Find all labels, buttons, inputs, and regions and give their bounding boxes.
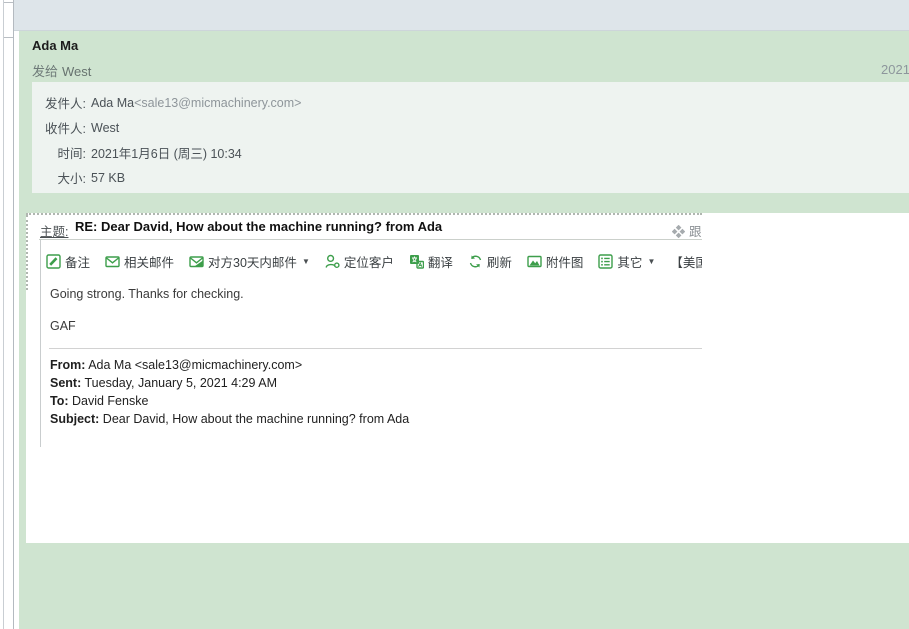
usa-send-button[interactable]: 【美国】发 bbox=[670, 252, 702, 271]
quoted-header-block: From: Ada Ma <sale13@micmachinery.com> S… bbox=[50, 356, 409, 428]
refresh-icon bbox=[468, 254, 483, 269]
subject-divider bbox=[39, 239, 702, 240]
toolbar-label: 翻译 bbox=[428, 252, 453, 271]
quoted-label: Subject: bbox=[50, 412, 99, 426]
quoted-to-line: To: David Fenske bbox=[50, 392, 409, 410]
quoted-value: Tuesday, January 5, 2021 4:29 AM bbox=[81, 376, 277, 390]
attachment-image-button[interactable]: 附件图 bbox=[527, 252, 584, 271]
subject-label: 主题: bbox=[40, 221, 68, 240]
mail-icon bbox=[105, 254, 120, 269]
dropdown-arrow-icon[interactable]: ▼ bbox=[647, 257, 655, 266]
email-reading-pane: Ada Ma 发给 West 2021 发件人: Ada Ma <sale13@m… bbox=[0, 0, 909, 629]
email-date-clipped: 2021 bbox=[881, 62, 909, 77]
toolbar-label: 定位客户 bbox=[344, 252, 394, 271]
meta-email-address: <sale13@micmachinery.com> bbox=[134, 96, 301, 110]
follow-up-label: 跟进 bbox=[689, 225, 702, 239]
locate-customer-button[interactable]: 定位客户 bbox=[325, 252, 394, 271]
recipient-line: 发给 West bbox=[32, 61, 91, 80]
message-toolbar: 备注 相关邮件 对方30天内邮件 ▼ bbox=[46, 248, 702, 274]
more-button[interactable]: 其它 ▼ bbox=[598, 252, 655, 271]
toolbar-label: 备注 bbox=[65, 252, 90, 271]
list-icon bbox=[598, 254, 613, 269]
translate-button[interactable]: 翻译 bbox=[409, 252, 453, 271]
quoted-label: Sent: bbox=[50, 376, 81, 390]
quoted-label: From: bbox=[50, 358, 85, 372]
meta-row-from: 发件人: Ada Ma <sale13@micmachinery.com> bbox=[32, 90, 909, 115]
to-value: West bbox=[62, 64, 91, 79]
email-meta-panel: 发件人: Ada Ma <sale13@micmachinery.com> 收件… bbox=[32, 82, 909, 193]
note-icon bbox=[46, 254, 61, 269]
note-button[interactable]: 备注 bbox=[46, 252, 90, 271]
follow-up-button[interactable]: 跟进 bbox=[672, 221, 702, 240]
meta-label: 时间: bbox=[32, 143, 86, 162]
message-box: 主题: RE: Dear David, How about the machin… bbox=[26, 213, 702, 447]
mail-filled-icon bbox=[189, 254, 204, 269]
quoted-value: Ada Ma <sale13@micmachinery.com> bbox=[85, 358, 302, 372]
dropdown-arrow-icon[interactable]: ▼ bbox=[302, 257, 310, 266]
meta-label: 收件人: bbox=[32, 118, 86, 137]
toolbar-label: 附件图 bbox=[546, 252, 584, 271]
image-icon bbox=[527, 254, 542, 269]
splitter-tick bbox=[4, 2, 13, 3]
meta-row-to: 收件人: West bbox=[32, 115, 909, 140]
body-text: Going strong. Thanks for checking. bbox=[50, 287, 244, 301]
meta-row-time: 时间: 2021年1月6日 (周三) 10:34 bbox=[32, 140, 909, 165]
subject-row: 主题: RE: Dear David, How about the machin… bbox=[26, 219, 702, 241]
counterpart-30day-mail-button[interactable]: 对方30天内邮件 ▼ bbox=[189, 252, 310, 271]
top-bar bbox=[14, 0, 909, 31]
toolbar-label: 对方30天内邮件 bbox=[208, 252, 297, 271]
splitter-tick bbox=[4, 37, 13, 38]
message-body-border bbox=[40, 240, 41, 447]
quoted-value: Dear David, How about the machine runnin… bbox=[99, 412, 409, 426]
meta-value: 2021年1月6日 (周三) 10:34 bbox=[91, 143, 242, 162]
meta-label: 大小: bbox=[32, 168, 86, 187]
four-diamonds-icon bbox=[672, 225, 685, 238]
quoted-label: To: bbox=[50, 394, 69, 408]
related-mail-button[interactable]: 相关邮件 bbox=[105, 252, 174, 271]
meta-row-size: 大小: 57 KB bbox=[32, 165, 909, 190]
splitter-line bbox=[3, 0, 4, 629]
toolbar-label: 刷新 bbox=[487, 252, 512, 271]
quoted-from-line: From: Ada Ma <sale13@micmachinery.com> bbox=[50, 356, 409, 374]
quoted-value: David Fenske bbox=[69, 394, 149, 408]
meta-label: 发件人: bbox=[32, 93, 86, 112]
meta-value: 57 KB bbox=[91, 171, 125, 185]
meta-value: West bbox=[91, 121, 119, 135]
translate-icon bbox=[409, 254, 424, 269]
toolbar-label: 相关邮件 bbox=[124, 252, 174, 271]
pane-splitter[interactable] bbox=[0, 0, 14, 629]
sender-name: Ada Ma bbox=[32, 38, 78, 53]
quoted-sent-line: Sent: Tuesday, January 5, 2021 4:29 AM bbox=[50, 374, 409, 392]
subject-text: RE: Dear David, How about the machine ru… bbox=[75, 219, 442, 234]
quoted-divider bbox=[49, 348, 702, 349]
body-text: GAF bbox=[50, 319, 76, 333]
quoted-subject-line: Subject: Dear David, How about the machi… bbox=[50, 410, 409, 428]
meta-value: Ada Ma bbox=[91, 96, 134, 110]
toolbar-label: 其它 bbox=[617, 252, 642, 271]
refresh-button[interactable]: 刷新 bbox=[468, 252, 512, 271]
person-locate-icon bbox=[325, 254, 340, 269]
toolbar-label: 【美国】发 bbox=[670, 252, 702, 271]
to-label: 发给 bbox=[32, 64, 58, 79]
message-region: 主题: RE: Dear David, How about the machin… bbox=[26, 213, 909, 543]
